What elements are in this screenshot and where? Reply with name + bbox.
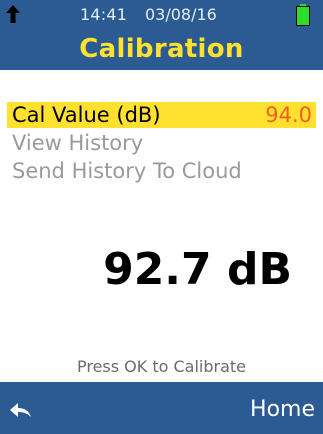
menu-item-label: Send History To Cloud <box>12 159 242 183</box>
level-reading-value: 92.7 dB <box>103 244 292 295</box>
up-arrow-icon <box>6 5 20 23</box>
menu-item-cal-value[interactable]: Cal Value (dB) 94.0 <box>7 102 316 128</box>
menu-item-send-history[interactable]: Send History To Cloud <box>7 158 316 184</box>
battery-icon <box>296 4 310 26</box>
menu-item-view-history[interactable]: View History <box>7 130 316 156</box>
menu-item-label: View History <box>12 131 144 155</box>
cal-value: 94.0 <box>265 103 312 127</box>
menu-item-label: Cal Value (dB) <box>12 103 161 127</box>
footer-bar: Home <box>0 382 323 434</box>
home-button[interactable]: Home <box>250 396 315 424</box>
level-reading: 92.7 dB <box>0 240 323 300</box>
header-bar: 14:41 03/08/16 Calibration <box>0 0 323 70</box>
status-bar: 14:41 03/08/16 <box>0 0 323 30</box>
calibrate-hint: Press OK to Calibrate <box>76 357 247 376</box>
back-arrow-icon[interactable] <box>9 401 33 419</box>
status-date: 03/08/16 <box>145 5 217 24</box>
page-title: Calibration <box>79 34 244 64</box>
